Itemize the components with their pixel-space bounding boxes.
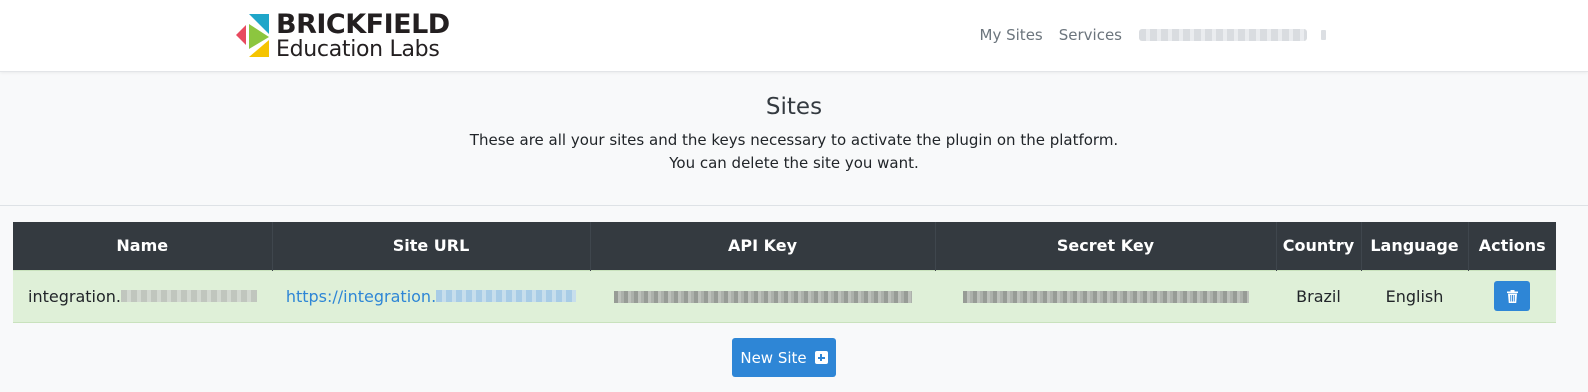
column-header-language: Language xyxy=(1361,222,1469,270)
column-header-secret-key: Secret Key xyxy=(935,222,1277,270)
sites-table: Name Site URL API Key Secret Key Country… xyxy=(13,222,1556,323)
cell-api-key xyxy=(590,269,935,323)
brickfield-logo-mark-icon xyxy=(236,14,269,57)
site-url-text: https://integration. xyxy=(285,286,437,306)
cell-actions xyxy=(1468,269,1556,323)
nav-services-link[interactable]: Services xyxy=(1059,26,1122,44)
user-menu-redacted[interactable] xyxy=(1139,29,1307,41)
column-header-site-url: Site URL xyxy=(272,222,591,270)
brickfield-logo[interactable]: BRICKFIELD Education Labs xyxy=(236,11,450,62)
site-name-redacted xyxy=(120,290,257,302)
page-description-line-1: These are all your sites and the keys ne… xyxy=(469,131,1119,149)
column-header-api-key: API Key xyxy=(590,222,936,270)
column-header-country: Country xyxy=(1276,222,1362,270)
new-site-button[interactable]: New Site xyxy=(732,338,836,377)
cell-secret-key xyxy=(935,269,1276,323)
user-menu-caret-icon[interactable] xyxy=(1321,30,1326,40)
table-row: integration. https://integration. Brazil… xyxy=(13,269,1556,323)
top-navbar: BRICKFIELD Education Labs My Sites Servi… xyxy=(0,0,1588,72)
trash-icon xyxy=(1506,289,1518,303)
page-description-line-2: You can delete the site you want. xyxy=(669,154,919,172)
cell-site-name: integration. xyxy=(13,269,272,323)
column-header-name: Name xyxy=(13,222,273,270)
header-divider xyxy=(0,205,1588,206)
page-header: Sites These are all your sites and the k… xyxy=(0,72,1588,206)
site-url-link[interactable]: https://integration. xyxy=(285,286,577,306)
secret-key-redacted xyxy=(962,291,1249,303)
cell-site-url: https://integration. xyxy=(272,269,590,323)
cell-language: English xyxy=(1361,269,1468,323)
site-url-redacted xyxy=(436,290,577,302)
page-title: Sites xyxy=(765,94,823,120)
cell-country: Brazil xyxy=(1276,269,1361,323)
logo-brand-name: BRICKFIELD xyxy=(276,9,450,40)
nav-links: My Sites Services xyxy=(964,26,1326,44)
api-key-redacted xyxy=(613,291,912,303)
new-site-button-label: New Site xyxy=(740,348,807,367)
column-header-actions: Actions xyxy=(1468,222,1556,270)
logo-brand-subtitle: Education Labs xyxy=(276,37,440,62)
site-name-text: integration. xyxy=(28,286,121,306)
plus-square-icon xyxy=(814,351,828,364)
delete-site-button[interactable] xyxy=(1494,281,1530,311)
nav-my-sites-link[interactable]: My Sites xyxy=(980,26,1043,44)
table-header-row: Name Site URL API Key Secret Key Country… xyxy=(13,222,1556,270)
